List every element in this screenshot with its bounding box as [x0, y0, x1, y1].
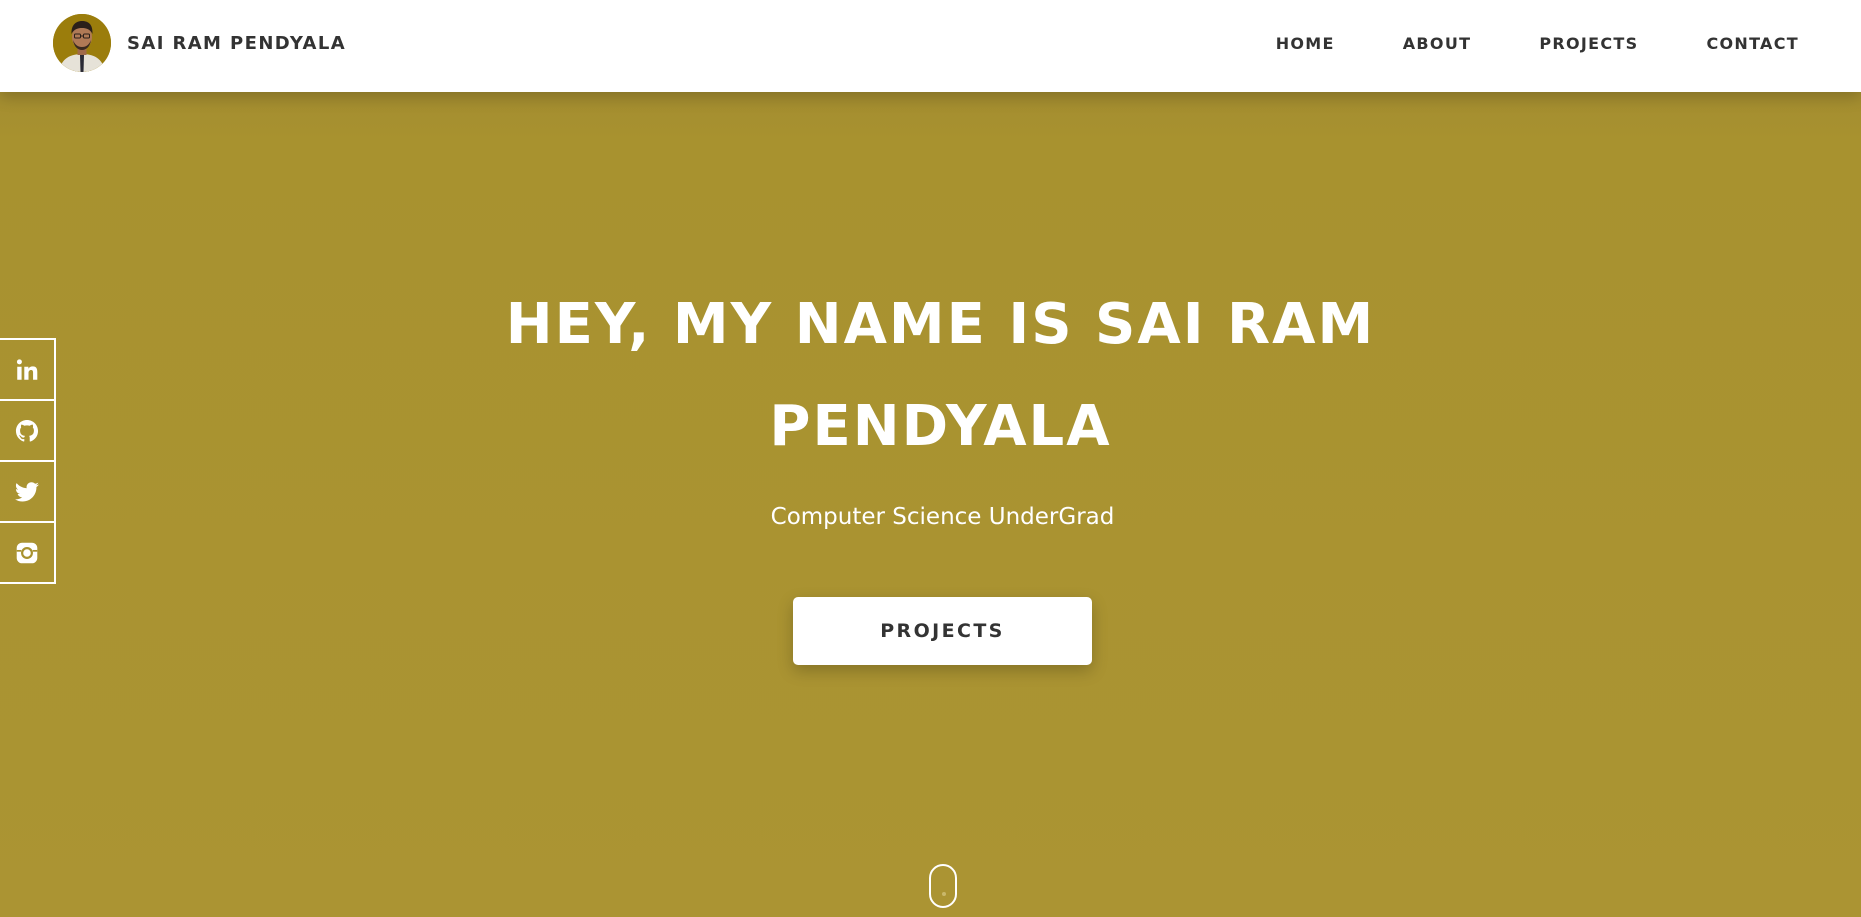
projects-button[interactable]: PROJECTS [793, 597, 1092, 665]
twitter-link[interactable] [0, 460, 56, 523]
brand-name: SAI RAM PENDYALA [127, 32, 347, 54]
avatar [53, 14, 111, 72]
brand-link[interactable]: SAI RAM PENDYALA [53, 14, 346, 72]
github-link[interactable] [0, 399, 56, 462]
nav-about[interactable]: ABOUT [1403, 34, 1472, 53]
twitter-icon [15, 481, 39, 502]
main-nav: HOME ABOUT PROJECTS CONTACT [1276, 0, 1799, 86]
hero-subtitle: Computer Science UnderGrad [770, 504, 1115, 530]
github-icon [15, 419, 39, 442]
nav-projects[interactable]: PROJECTS [1539, 34, 1638, 53]
site-header: SAI RAM PENDYALA HOME ABOUT PROJECTS CON… [0, 0, 1861, 92]
scroll-down-indicator[interactable] [929, 864, 957, 908]
linkedin-link[interactable] [0, 338, 56, 401]
scroll-dot [942, 892, 946, 896]
instagram-icon [16, 542, 38, 563]
nav-home[interactable]: HOME [1276, 34, 1335, 53]
hero-section: HEY, MY NAME IS SAI RAM PENDYALA Compute… [0, 92, 1861, 917]
linkedin-icon [16, 358, 38, 380]
social-sidebar [0, 338, 56, 584]
hero-title: HEY, MY NAME IS SAI RAM PENDYALA [505, 292, 1376, 459]
nav-contact[interactable]: CONTACT [1706, 34, 1799, 53]
instagram-link[interactable] [0, 521, 56, 584]
